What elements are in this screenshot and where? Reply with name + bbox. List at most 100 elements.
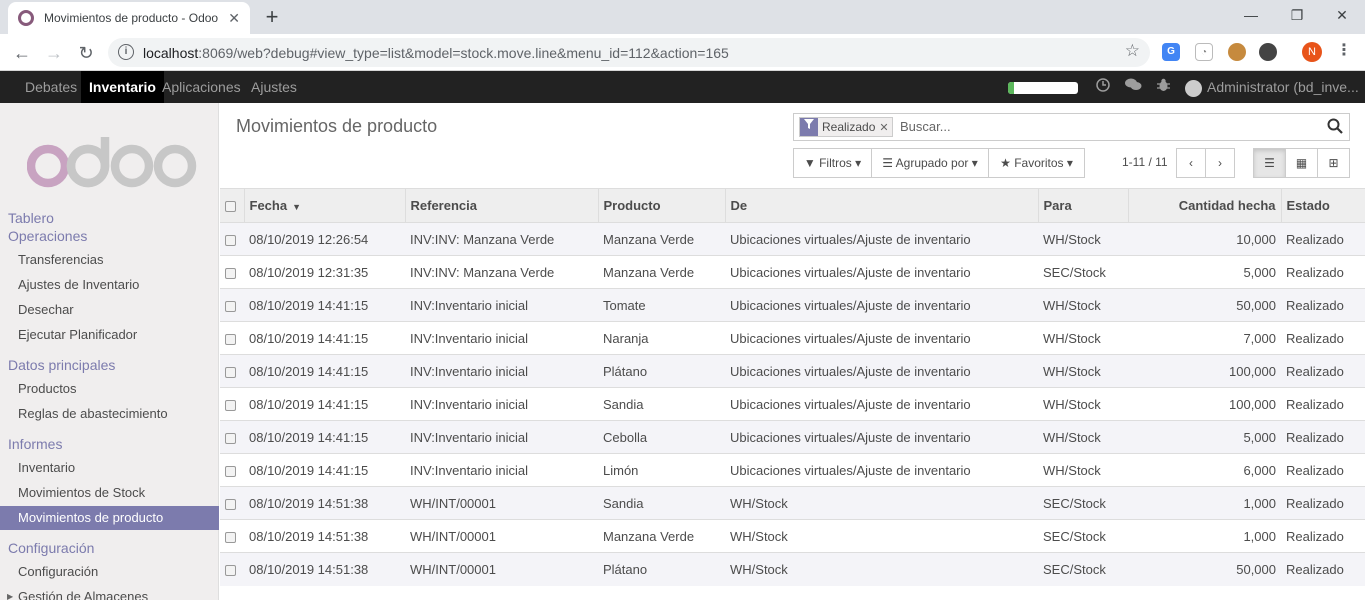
search-icon[interactable]	[1327, 118, 1343, 134]
pager-previous-icon[interactable]: ‹	[1176, 148, 1206, 178]
translate-extension-icon[interactable]: G	[1162, 43, 1180, 61]
new-tab-icon[interactable]: +	[260, 4, 284, 30]
table-row[interactable]: 08/10/2019 14:41:15 INV:Inventario inicia…	[220, 453, 1365, 487]
profile-avatar[interactable]: N	[1302, 42, 1322, 62]
search-facet[interactable]: Realizado ✕	[799, 117, 893, 137]
row-checkbox[interactable]	[220, 255, 244, 289]
checkbox-icon[interactable]	[225, 234, 236, 246]
table-row[interactable]: 08/10/2019 14:51:38 WH/INT/00001 Plátano WH…	[220, 552, 1365, 586]
nav-debates[interactable]: Debates	[17, 71, 85, 103]
extension-icon[interactable]: ◔	[1195, 43, 1213, 61]
row-checkbox[interactable]	[220, 387, 244, 421]
bookmark-star-icon[interactable]: ☆	[1125, 41, 1140, 61]
pivot-view-icon[interactable]: ⊞	[1317, 148, 1350, 178]
cell-para: WH/Stock	[1038, 288, 1128, 322]
reload-icon[interactable]: ↻	[72, 39, 100, 67]
restore-icon[interactable]: ❐	[1274, 0, 1320, 30]
browser-menu-icon[interactable]: ⋮	[1336, 40, 1352, 60]
table-row[interactable]: 08/10/2019 14:41:15 INV:Inventario inicia…	[220, 321, 1365, 355]
row-checkbox[interactable]	[220, 420, 244, 454]
sidebar-item-inventario[interactable]: Inventario	[0, 456, 219, 480]
favorites-dropdown-button[interactable]: ★ Favoritos ▾	[988, 148, 1085, 178]
pager-value[interactable]: 1-11 / 11	[1122, 155, 1168, 169]
odoo-logo[interactable]	[26, 131, 197, 191]
nav-ajustes[interactable]: Ajustes	[243, 71, 305, 103]
url-bar[interactable]: i localhost:8069/web?debug#view_type=lis…	[108, 38, 1150, 67]
back-arrow-icon[interactable]: ←	[8, 39, 36, 67]
row-checkbox[interactable]	[220, 486, 244, 520]
checkbox-icon[interactable]	[225, 531, 236, 543]
nav-aplicaciones[interactable]: Aplicaciones	[154, 71, 249, 103]
onboarding-progress-bar[interactable]	[1008, 82, 1078, 94]
checkbox-icon[interactable]	[225, 201, 236, 213]
row-checkbox[interactable]	[220, 321, 244, 355]
sidebar-item-movimientos-stock[interactable]: Movimientos de Stock	[0, 481, 219, 505]
checkbox-icon[interactable]	[225, 366, 236, 378]
sidebar-item-reglas-abastecimiento[interactable]: Reglas de abastecimiento	[0, 402, 219, 426]
checkbox-icon[interactable]	[225, 333, 236, 345]
cell-cantidad-hecha: 7,000	[1128, 321, 1281, 355]
sidebar-item-productos[interactable]: Productos	[0, 377, 219, 401]
table-row[interactable]: 08/10/2019 14:41:15 INV:Inventario inicia…	[220, 387, 1365, 421]
groupby-dropdown-button[interactable]: ☰ Agrupado por ▾	[871, 148, 989, 178]
row-checkbox[interactable]	[220, 354, 244, 388]
sidebar-item-ajustes-inventario[interactable]: Ajustes de Inventario	[0, 273, 219, 297]
column-header-estado[interactable]: Estado	[1281, 188, 1365, 223]
nav-inventario[interactable]: Inventario	[81, 71, 164, 103]
facet-remove-icon[interactable]: ✕	[879, 121, 891, 134]
url-text[interactable]: localhost:8069/web?debug#view_type=list&…	[143, 45, 729, 61]
column-header-para[interactable]: Para	[1038, 188, 1129, 223]
dark-mode-extension-icon[interactable]	[1259, 43, 1277, 61]
column-header-referencia[interactable]: Referencia	[405, 188, 599, 223]
column-header-de[interactable]: De	[725, 188, 1039, 223]
list-view-icon[interactable]: ☰	[1253, 148, 1286, 178]
activity-clock-icon[interactable]	[1096, 78, 1110, 95]
sidebar-item-desechar[interactable]: Desechar	[0, 298, 219, 322]
checkbox-icon[interactable]	[225, 498, 236, 510]
sidebar-item-ejecutar-planificador[interactable]: Ejecutar Planificador	[0, 323, 219, 347]
sidebar-item-movimientos-producto[interactable]: Movimientos de producto	[0, 506, 219, 530]
chat-bubbles-icon[interactable]	[1125, 78, 1142, 95]
filters-dropdown-button[interactable]: ▼ Filtros ▾	[793, 148, 872, 178]
row-checkbox[interactable]	[220, 453, 244, 487]
checkbox-icon[interactable]	[225, 267, 236, 279]
browser-tab[interactable]: Movimientos de producto - Odoo ✕	[8, 2, 250, 34]
site-info-icon[interactable]: i	[118, 44, 134, 60]
pager-next-icon[interactable]: ›	[1205, 148, 1235, 178]
checkbox-icon[interactable]	[225, 399, 236, 411]
search-bar[interactable]: Realizado ✕	[793, 113, 1350, 141]
checkbox-icon[interactable]	[225, 300, 236, 312]
tab-close-icon[interactable]: ✕	[228, 10, 240, 27]
forward-arrow-icon[interactable]: →	[40, 39, 68, 67]
cookie-extension-icon[interactable]	[1228, 43, 1246, 61]
column-header-fecha[interactable]: Fecha ▼	[244, 188, 406, 223]
sidebar-item-configuracion[interactable]: Configuración	[0, 560, 219, 584]
column-header-cantidad-hecha[interactable]: Cantidad hecha	[1128, 188, 1282, 223]
search-input[interactable]	[900, 119, 1300, 134]
table-row[interactable]: 08/10/2019 12:31:35 INV:INV: Manzana Verd…	[220, 255, 1365, 289]
row-checkbox[interactable]	[220, 222, 244, 256]
column-header-producto[interactable]: Producto	[598, 188, 726, 223]
kanban-view-icon[interactable]: ▦	[1285, 148, 1318, 178]
row-checkbox[interactable]	[220, 552, 244, 586]
table-row[interactable]: 08/10/2019 14:41:15 INV:Inventario inicia…	[220, 288, 1365, 322]
checkbox-icon[interactable]	[225, 465, 236, 477]
sidebar-item-gestion-almacenes[interactable]: ▶ Gestión de Almacenes	[0, 585, 219, 600]
table-row[interactable]: 08/10/2019 14:51:38 WH/INT/00001 Sandia WH/…	[220, 486, 1365, 520]
select-all-checkbox[interactable]	[220, 188, 245, 223]
filters-label: Filtros	[819, 156, 852, 170]
sidebar-section-tablero[interactable]: Tablero	[8, 210, 54, 226]
row-checkbox[interactable]	[220, 519, 244, 553]
checkbox-icon[interactable]	[225, 432, 236, 444]
window-close-icon[interactable]: ✕	[1319, 0, 1365, 30]
user-menu[interactable]: Administrator (bd_inve...	[1185, 71, 1359, 103]
table-row[interactable]: 08/10/2019 14:41:15 INV:Inventario inicia…	[220, 354, 1365, 388]
debug-bug-icon[interactable]	[1157, 78, 1170, 95]
minimize-icon[interactable]: —	[1228, 0, 1274, 30]
row-checkbox[interactable]	[220, 288, 244, 322]
table-row[interactable]: 08/10/2019 12:26:54 INV:INV: Manzana Verd…	[220, 222, 1365, 256]
checkbox-icon[interactable]	[225, 564, 236, 576]
table-row[interactable]: 08/10/2019 14:41:15 INV:Inventario inicia…	[220, 420, 1365, 454]
sidebar-item-transferencias[interactable]: Transferencias	[0, 248, 219, 272]
table-row[interactable]: 08/10/2019 14:51:38 WH/INT/00001 Manzana V…	[220, 519, 1365, 553]
